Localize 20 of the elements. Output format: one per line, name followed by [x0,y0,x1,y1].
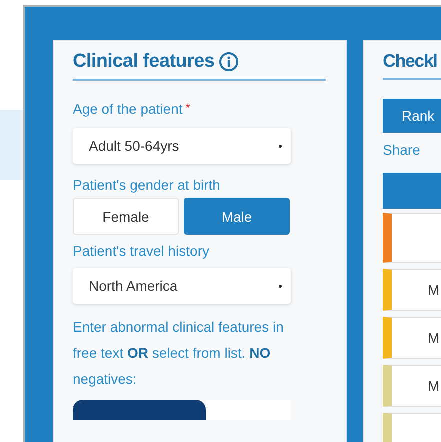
field-label: Age of the patient [73,101,183,117]
travel-select[interactable]: North America [73,268,291,304]
gender-toggle[interactable]: Female [73,198,179,235]
rank-button[interactable]: Rank [383,99,441,133]
checklist-row[interactable]: M [383,269,441,311]
input-field[interactable] [206,400,291,420]
gender-toggle[interactable]: Male [184,198,290,235]
age-select[interactable]: Adult 50-64yrs [73,128,291,164]
required-mark: * [186,101,190,115]
share-link[interactable]: Share [383,142,441,158]
checklist-row[interactable]: M [383,365,441,407]
field-label: Patient's gender at birth [73,177,222,193]
checklist-row[interactable]: M [383,317,441,359]
field-label: Patient's travel history [73,243,211,259]
dark-button[interactable] [73,400,206,420]
panel-title: Checkl [383,51,441,80]
info-icon[interactable] [218,52,239,72]
background-band [0,110,23,180]
panel-title: Clinical features [73,51,215,73]
instruction-text: Enter abnormal clinical features in free text OR select from list. NO negatives: [73,318,285,389]
